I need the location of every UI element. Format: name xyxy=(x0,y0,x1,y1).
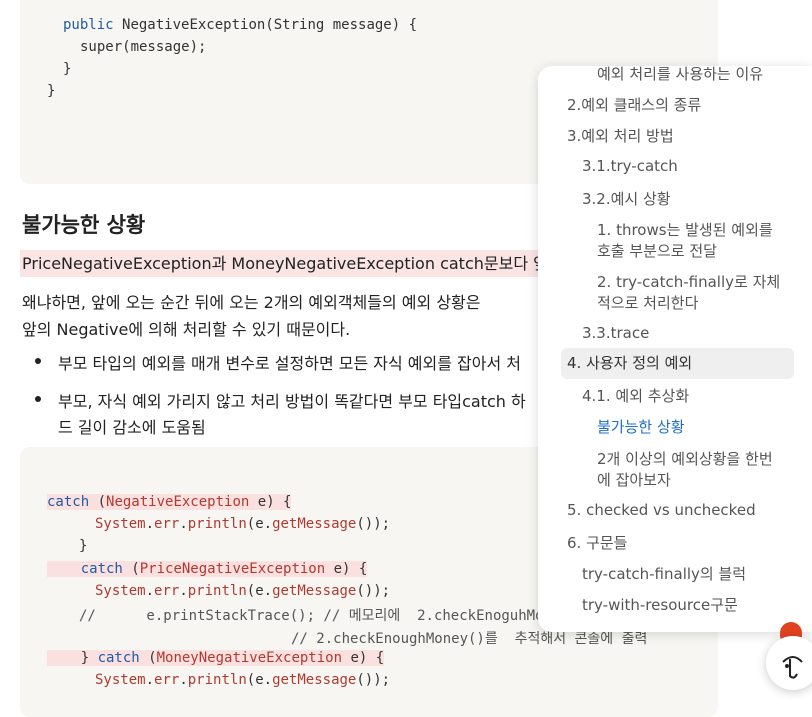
list-item-continued: 드 길이 감소에 도움됨 xyxy=(58,418,206,437)
highlighted-paragraph: PriceNegativeException과 MoneyNegativeExc… xyxy=(20,250,562,277)
code-line: System.err.println(e.getMessage()); xyxy=(95,672,391,688)
code-line: System.err.println(e.getMessage()); xyxy=(95,583,391,599)
toc-item[interactable]: 4.1. 예외 추상화 xyxy=(582,385,689,406)
toc-item[interactable]: 3.2.예시 상황 xyxy=(582,188,671,209)
toc-item[interactable]: 2개 이상의 예외상황을 한번 xyxy=(597,448,773,469)
code-line: super(message); xyxy=(80,39,207,55)
toc-item[interactable]: 1. throws는 발생된 예외를 xyxy=(597,219,773,240)
mascot-face-icon[interactable] xyxy=(766,636,812,690)
toc-item[interactable]: 5. checked vs unchecked xyxy=(567,501,756,519)
code-line: catch (PriceNegativeException e) { xyxy=(47,561,368,577)
code-line: public NegativeException(String message)… xyxy=(63,17,418,33)
toc-item[interactable]: 2.예외 클래스의 종류 xyxy=(567,94,701,115)
toc-item[interactable]: try-catch-finally의 블럭 xyxy=(582,563,746,584)
toc-item-current[interactable]: 4. 사용자 정의 예외 xyxy=(561,348,794,379)
toc-item[interactable]: 3.3.trace xyxy=(582,324,649,342)
table-of-contents: 예외 처리를 사용하는 이유 2.예외 클래스의 종류 3.예외 처리 방법 3… xyxy=(538,66,812,632)
bullet-dot xyxy=(35,358,41,364)
code-comment: // e.printStackTrace(); // 메모리에 2.checkE… xyxy=(79,608,552,624)
toc-item[interactable]: 2. try-catch-finally로 자체 xyxy=(597,271,780,292)
toc-item[interactable]: 예외 처리를 사용하는 이유 xyxy=(597,66,763,84)
toc-item[interactable]: 적으로 처리한다 xyxy=(597,292,698,313)
toc-item[interactable]: 3.1.try-catch xyxy=(582,157,678,175)
code-line: } xyxy=(63,61,72,77)
mascot-face-icon xyxy=(782,656,803,679)
code-line: catch (NegativeException e) { xyxy=(47,494,292,510)
section-heading: 불가능한 상황 xyxy=(22,213,146,237)
toc-item[interactable]: try-with-resource구문 xyxy=(582,594,738,615)
paragraph-line: 앞의 Negative에 의해 처리할 수 있기 때문이다. xyxy=(22,320,351,339)
code-line: } catch (MoneyNegativeException e) { xyxy=(47,650,385,666)
list-item: 부모, 자식 예외 가리지 않고 처리 방법이 똑같다면 부모 타입catch … xyxy=(58,392,526,411)
toc-item[interactable]: 3.예외 처리 방법 xyxy=(567,125,674,146)
paragraph-line: 왜냐하면, 앞에 오는 순간 뒤에 오는 2개의 예외객체들의 예외 상황은 xyxy=(22,293,481,312)
toc-item-active[interactable]: 불가능한 상황 xyxy=(597,416,685,437)
list-item: 부모 타입의 예외를 매개 변수로 설정하면 모든 자식 예외를 잡아서 처 xyxy=(58,354,522,373)
toc-item[interactable]: 에 잡아보자 xyxy=(597,469,671,490)
code-line: System.err.println(e.getMessage()); xyxy=(95,516,391,532)
toc-item[interactable]: 호출 부분으로 전달 xyxy=(597,240,717,261)
code-line: } xyxy=(79,538,88,554)
code-line: } xyxy=(47,83,56,99)
toc-item[interactable]: 6. 구문들 xyxy=(567,532,627,553)
bullet-dot xyxy=(35,396,41,402)
